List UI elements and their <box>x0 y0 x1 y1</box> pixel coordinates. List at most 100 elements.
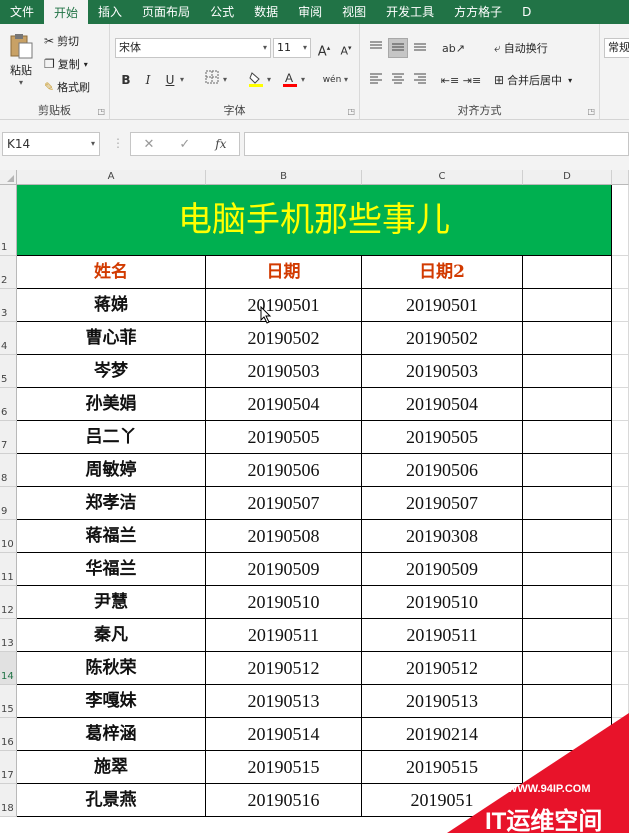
row-header-7[interactable]: 7 <box>0 421 17 454</box>
shrink-font-button[interactable]: A▾ <box>336 38 356 58</box>
row-header-12[interactable]: 12 <box>0 586 17 619</box>
row-header-9[interactable]: 9 <box>0 487 17 520</box>
column-header-b[interactable]: B <box>206 170 362 185</box>
dialog-launcher-icon[interactable]: ◳ <box>97 107 105 116</box>
empty-cell[interactable] <box>612 355 629 388</box>
format-painter-button[interactable]: ✎ 格式刷 <box>44 79 90 95</box>
row-header-16[interactable]: 16 <box>0 718 17 751</box>
orientation-button[interactable]: ab↗ <box>442 38 465 58</box>
paste-button[interactable]: 粘贴 ▾ <box>6 32 36 87</box>
empty-cell[interactable] <box>523 388 612 421</box>
table-cell[interactable]: 蒋娣 <box>17 289 206 322</box>
column-header-d[interactable]: D <box>523 170 612 185</box>
table-cell[interactable]: 20190513 <box>206 685 362 718</box>
table-cell[interactable]: 20190506 <box>362 454 523 487</box>
table-cell[interactable]: 周敏婷 <box>17 454 206 487</box>
column-header-c[interactable]: C <box>362 170 523 185</box>
formula-bar-grip[interactable]: ⋮ <box>112 136 124 150</box>
row-header-4[interactable]: 4 <box>0 322 17 355</box>
table-cell[interactable]: 20190512 <box>362 652 523 685</box>
empty-cell[interactable] <box>612 322 629 355</box>
row-header-2[interactable]: 2 <box>0 256 17 289</box>
table-cell[interactable]: 20190503 <box>206 355 362 388</box>
row-header-13[interactable]: 13 <box>0 619 17 652</box>
borders-button[interactable] <box>202 70 222 90</box>
align-bottom-button[interactable] <box>410 38 430 58</box>
tab-3[interactable]: 页面布局 <box>132 0 200 24</box>
bold-button[interactable]: B <box>116 70 136 90</box>
table-cell[interactable]: 吕二丫 <box>17 421 206 454</box>
table-cell[interactable]: 20190505 <box>362 421 523 454</box>
table-cell[interactable]: 华福兰 <box>17 553 206 586</box>
tab-5[interactable]: 数据 <box>244 0 288 24</box>
tab-7[interactable]: 视图 <box>332 0 376 24</box>
empty-cell[interactable] <box>523 355 612 388</box>
merge-center-button[interactable]: ⊞ 合并后居中 ▾ <box>494 72 572 88</box>
table-cell[interactable]: 20190505 <box>206 421 362 454</box>
chevron-down-icon[interactable]: ▾ <box>344 75 348 84</box>
header-cell[interactable]: 日期 <box>206 256 362 289</box>
empty-cell[interactable] <box>523 289 612 322</box>
empty-cell[interactable] <box>523 586 612 619</box>
chevron-down-icon[interactable]: ▾ <box>180 75 184 84</box>
align-top-button[interactable] <box>366 38 386 58</box>
chevron-down-icon[interactable]: ▾ <box>301 75 305 84</box>
table-cell[interactable]: 20190308 <box>362 520 523 553</box>
italic-button[interactable]: I <box>138 70 158 90</box>
tab-9[interactable]: 方方格子 <box>444 0 512 24</box>
empty-cell[interactable] <box>523 421 612 454</box>
align-center-button[interactable] <box>388 70 408 90</box>
grow-font-button[interactable]: A▴ <box>314 38 334 59</box>
tab-2[interactable]: 插入 <box>88 0 132 24</box>
empty-cell[interactable] <box>523 454 612 487</box>
empty-cell[interactable] <box>612 185 629 256</box>
table-cell[interactable]: 秦凡 <box>17 619 206 652</box>
table-cell[interactable]: 施翠 <box>17 751 206 784</box>
table-cell[interactable]: 20190503 <box>362 355 523 388</box>
empty-cell[interactable] <box>612 520 629 553</box>
tab-0[interactable]: 文件 <box>0 0 44 24</box>
table-cell[interactable]: 20190506 <box>206 454 362 487</box>
tab-1[interactable]: 开始 <box>44 0 89 24</box>
tab-6[interactable]: 审阅 <box>288 0 332 24</box>
cut-button[interactable]: ✂ 剪切 <box>44 33 79 49</box>
align-right-button[interactable] <box>410 70 430 90</box>
table-cell[interactable]: 20190504 <box>362 388 523 421</box>
font-color-button[interactable]: A <box>280 70 300 90</box>
select-all-corner[interactable] <box>0 170 17 185</box>
empty-cell[interactable] <box>612 586 629 619</box>
table-cell[interactable]: 20190516 <box>206 784 362 817</box>
tab-8[interactable]: 开发工具 <box>376 0 444 24</box>
column-header-extra[interactable] <box>612 170 629 185</box>
row-header-10[interactable]: 10 <box>0 520 17 553</box>
column-header-a[interactable]: A <box>17 170 206 185</box>
row-header-8[interactable]: 8 <box>0 454 17 487</box>
table-cell[interactable]: 20190509 <box>206 553 362 586</box>
empty-cell[interactable] <box>612 454 629 487</box>
table-cell[interactable]: 20190510 <box>362 586 523 619</box>
name-box[interactable]: K14 ▾ <box>2 132 100 156</box>
chevron-down-icon[interactable]: ▾ <box>267 75 271 84</box>
table-cell[interactable]: 岑梦 <box>17 355 206 388</box>
align-middle-button[interactable] <box>388 38 408 58</box>
table-cell[interactable]: 李嘎妹 <box>17 685 206 718</box>
table-cell[interactable]: 孔景燕 <box>17 784 206 817</box>
table-cell[interactable]: 20190511 <box>206 619 362 652</box>
row-header-3[interactable]: 3 <box>0 289 17 322</box>
insert-function-icon[interactable]: fx <box>215 137 226 151</box>
row-header-15[interactable]: 15 <box>0 685 17 718</box>
formula-input[interactable] <box>244 132 629 156</box>
copy-button[interactable]: ❐ 复制 ▾ <box>44 56 88 72</box>
font-name-combo[interactable]: 宋体 ▾ <box>115 38 271 58</box>
empty-cell[interactable] <box>523 553 612 586</box>
table-cell[interactable]: 20190515 <box>206 751 362 784</box>
underline-button[interactable]: U <box>160 70 180 90</box>
row-header-11[interactable]: 11 <box>0 553 17 586</box>
tab-10[interactable]: D <box>512 0 541 24</box>
empty-cell[interactable] <box>523 652 612 685</box>
number-format-combo[interactable]: 常规 <box>604 38 629 58</box>
table-cell[interactable]: 蒋福兰 <box>17 520 206 553</box>
title-banner-cell[interactable]: 电脑手机那些事儿 <box>17 185 612 256</box>
table-cell[interactable]: 20190510 <box>206 586 362 619</box>
table-cell[interactable]: 20190502 <box>362 322 523 355</box>
